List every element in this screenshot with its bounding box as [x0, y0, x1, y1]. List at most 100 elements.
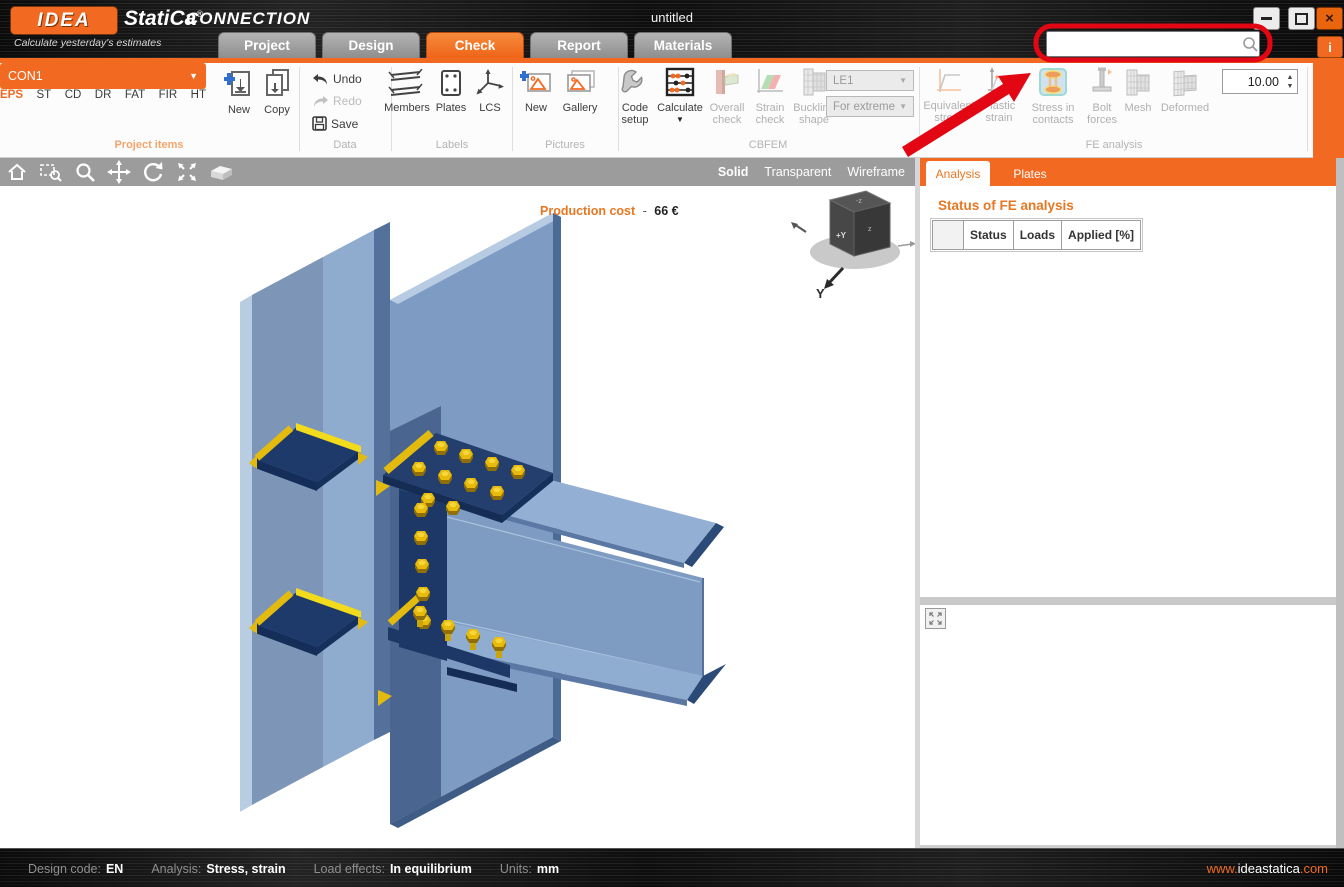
zoom-fit-button[interactable] [170, 159, 204, 185]
spinner-up-icon[interactable]: ▲ [1287, 73, 1294, 82]
overall-check-button[interactable]: Overall check [704, 67, 750, 126]
new-item-button[interactable]: New [220, 67, 258, 116]
minimize-button[interactable] [1253, 7, 1280, 30]
code-fir[interactable]: FIR [159, 89, 178, 101]
home-icon [6, 161, 28, 183]
wrench-icon [620, 67, 650, 97]
copy-item-button[interactable]: Copy [258, 67, 296, 116]
members-labels-button[interactable]: Members [378, 69, 436, 114]
code-fat[interactable]: FAT [125, 89, 145, 101]
strain-check-button[interactable]: Strain check [748, 67, 792, 126]
chevron-down-icon: ▼ [899, 76, 907, 85]
deformed-scale-spinner[interactable]: 10.00 ▲▼ [1222, 69, 1298, 94]
members-icon [386, 69, 428, 97]
ribbon-right-edge [1313, 63, 1344, 158]
rotate-button[interactable] [136, 159, 170, 185]
status-load-effects: Load effects:In equilibrium [314, 862, 472, 876]
plastic-strain-button[interactable]: Plastic strain [976, 67, 1022, 124]
code-eps[interactable]: EPS [0, 89, 23, 101]
tab-check[interactable]: Check [426, 32, 524, 58]
stress-in-contacts-icon [1038, 67, 1068, 97]
load-case-dropdown[interactable]: LE1▼ [826, 70, 914, 91]
website-link[interactable]: www.ideastatica.com [1207, 861, 1328, 876]
code-dr[interactable]: DR [95, 89, 112, 101]
tab-project[interactable]: Project [218, 32, 316, 58]
tab-report[interactable]: Report [530, 32, 628, 58]
deformed-button[interactable]: Deformed [1156, 67, 1214, 114]
search-icon [1241, 35, 1259, 53]
solid-box-icon [208, 161, 234, 183]
new-picture-button[interactable]: New [516, 69, 556, 114]
tab-analysis[interactable]: Analysis [926, 161, 990, 186]
tab-materials[interactable]: Materials [634, 32, 732, 58]
expand-icon [929, 612, 942, 625]
solid-view-button[interactable] [204, 159, 238, 185]
rotate-icon [141, 160, 165, 184]
code-setup-button[interactable]: Code setup [612, 67, 658, 126]
chevron-down-icon: ▼ [899, 102, 907, 111]
bolt-forces-button[interactable]: Bolt forces [1082, 67, 1122, 126]
fe-status-table: Status Loads Applied [%] [932, 220, 1141, 250]
search-input[interactable] [1052, 34, 1241, 54]
lcs-button[interactable]: LCS [470, 69, 510, 114]
steel-connection-model[interactable]: +Y z -z Y [0, 186, 915, 848]
code-st[interactable]: ST [37, 89, 52, 101]
tab-plates[interactable]: Plates [1002, 161, 1058, 186]
magnifier-icon [74, 161, 96, 183]
detail-panel [920, 605, 1336, 845]
production-cost: Production cost - 66 € [540, 204, 679, 218]
group-label-data: Data [300, 139, 390, 151]
svg-text:+Y: +Y [836, 231, 847, 240]
maximize-button[interactable] [1288, 7, 1315, 30]
view-mode-solid[interactable]: Solid [718, 165, 749, 179]
scale-value[interactable]: 10.00 [1223, 75, 1283, 89]
abacus-icon [664, 67, 696, 97]
close-button[interactable]: × [1316, 7, 1343, 30]
design-code-row: EPS ST CD DR FAT FIR HT [0, 89, 206, 101]
new-picture-icon [520, 69, 552, 97]
code-ht[interactable]: HT [191, 89, 206, 101]
plastic-strain-icon [985, 67, 1013, 95]
zoom-window-button[interactable] [34, 159, 68, 185]
status-units: Units:mm [500, 862, 559, 876]
gallery-button[interactable]: Gallery [556, 69, 604, 114]
panel-divider[interactable] [920, 597, 1336, 605]
view-mode-transparent[interactable]: Transparent [764, 165, 831, 179]
header-empty [933, 221, 964, 250]
pan-button[interactable] [102, 159, 136, 185]
connection-selector[interactable]: CON1 ▼ [0, 63, 206, 89]
info-button[interactable]: i [1317, 36, 1343, 58]
minimize-icon [1261, 17, 1272, 20]
plates-labels-button[interactable]: Plates [430, 69, 472, 114]
mesh-icon [1123, 67, 1153, 97]
expand-panel-button[interactable] [925, 608, 946, 629]
new-document-icon [224, 67, 254, 99]
extreme-dropdown[interactable]: For extreme▼ [826, 96, 914, 117]
redo-icon [312, 95, 329, 108]
tab-design[interactable]: Design [322, 32, 420, 58]
group-label-cbfem: CBFEM [618, 139, 918, 151]
spinner-down-icon[interactable]: ▼ [1287, 82, 1294, 91]
zoom-button[interactable] [68, 159, 102, 185]
model-viewport[interactable]: Production cost - 66 € [0, 186, 915, 848]
equivalent-stress-button[interactable]: Equivalent stress [922, 67, 976, 124]
navigation-cube[interactable]: +Y z -z Y [791, 191, 915, 301]
group-label-fe-analysis: FE analysis [920, 139, 1308, 151]
group-label-pictures: Pictures [512, 139, 618, 151]
pan-icon [107, 160, 131, 184]
save-button[interactable]: Save [312, 116, 358, 131]
calculate-button[interactable]: Calculate ▼ [654, 67, 706, 126]
view-mode-wireframe[interactable]: Wireframe [847, 165, 905, 179]
calculate-dropdown-arrow[interactable]: ▼ [654, 114, 706, 126]
stress-in-contacts-button[interactable]: Stress in contacts [1024, 67, 1082, 126]
mesh-button[interactable]: Mesh [1118, 67, 1158, 114]
svg-text:z: z [868, 226, 872, 233]
analysis-panel: Status of FE analysis Status Loads Appli… [920, 186, 1336, 597]
redo-button[interactable]: Redo [312, 94, 362, 108]
code-cd[interactable]: CD [65, 89, 82, 101]
deformed-icon [1170, 67, 1200, 97]
application-window: IDEA StatiCa® Calculate yesterday's esti… [0, 0, 1344, 887]
undo-button[interactable]: Undo [312, 72, 362, 86]
search-box[interactable] [1046, 31, 1260, 57]
home-view-button[interactable] [0, 159, 34, 185]
